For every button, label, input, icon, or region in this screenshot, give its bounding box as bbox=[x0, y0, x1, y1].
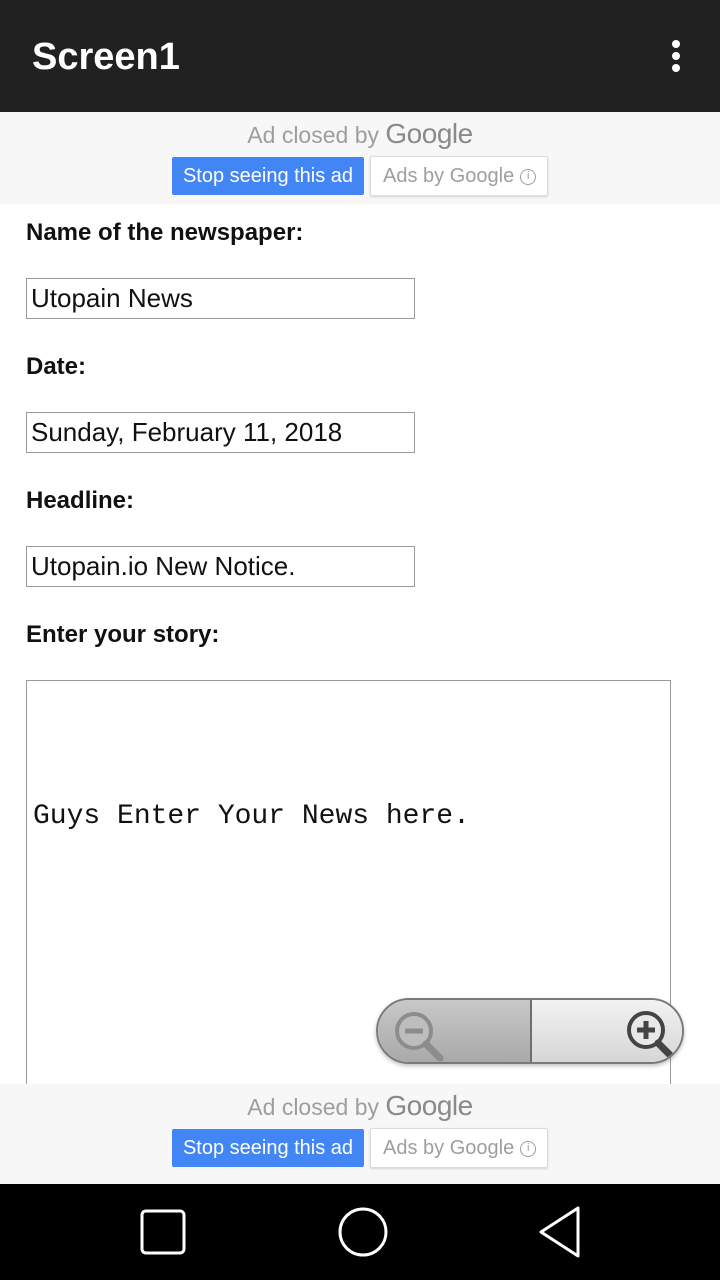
stop-seeing-ad-button[interactable]: Stop seeing this ad bbox=[172, 1129, 364, 1167]
nav-icons bbox=[140, 1206, 580, 1258]
zoom-in-icon bbox=[627, 1011, 676, 1061]
stop-seeing-ad-button[interactable]: Stop seeing this ad bbox=[172, 157, 364, 195]
recents-icon bbox=[140, 1209, 186, 1255]
ad-banner-bottom: Ad closed by Google Stop seeing this ad … bbox=[0, 1084, 720, 1184]
story-label: Enter your story: bbox=[26, 621, 220, 648]
zoom-in-button[interactable] bbox=[532, 1000, 682, 1062]
newspaper-field[interactable]: Utopain News bbox=[26, 278, 415, 319]
info-icon: i bbox=[520, 168, 537, 185]
zoom-out-button[interactable] bbox=[378, 1000, 532, 1062]
info-icon: i bbox=[520, 1140, 537, 1157]
ads-by-google-label: Ads by Google bbox=[383, 1137, 515, 1159]
headline-label: Headline: bbox=[26, 487, 135, 514]
google-logo: Google bbox=[385, 118, 473, 149]
screen-title: Screen1 bbox=[32, 36, 180, 78]
ad-closed-label: Ad closed by bbox=[247, 122, 379, 148]
date-field[interactable]: Sunday, February 11, 2018 bbox=[26, 412, 415, 453]
newspaper-label: Name of the newspaper: bbox=[26, 219, 304, 246]
back-icon bbox=[539, 1206, 580, 1258]
ad-closed-text: Ad closed by Google bbox=[0, 1090, 720, 1122]
ad-closed-label: Ad closed by bbox=[247, 1094, 379, 1120]
date-label: Date: bbox=[26, 353, 87, 380]
ads-by-google-button[interactable]: Ads by Google i bbox=[370, 156, 548, 196]
ad-banner-top: Ad closed by Google Stop seeing this ad … bbox=[0, 112, 720, 204]
overflow-menu-icon[interactable] bbox=[660, 36, 692, 76]
ads-by-google-label: Ads by Google bbox=[383, 165, 515, 187]
ads-by-google-button[interactable]: Ads by Google i bbox=[370, 1128, 548, 1168]
app-bar: Screen1 bbox=[0, 0, 720, 112]
headline-field[interactable]: Utopain.io New Notice. bbox=[26, 546, 415, 587]
story-text: Guys Enter Your News here. bbox=[33, 801, 470, 832]
system-nav-bar bbox=[0, 1184, 720, 1280]
google-logo: Google bbox=[385, 1090, 473, 1121]
home-icon bbox=[338, 1207, 388, 1257]
ad-closed-text: Ad closed by Google bbox=[0, 118, 720, 150]
zoom-out-icon bbox=[395, 1012, 444, 1062]
zoom-control bbox=[376, 998, 684, 1064]
